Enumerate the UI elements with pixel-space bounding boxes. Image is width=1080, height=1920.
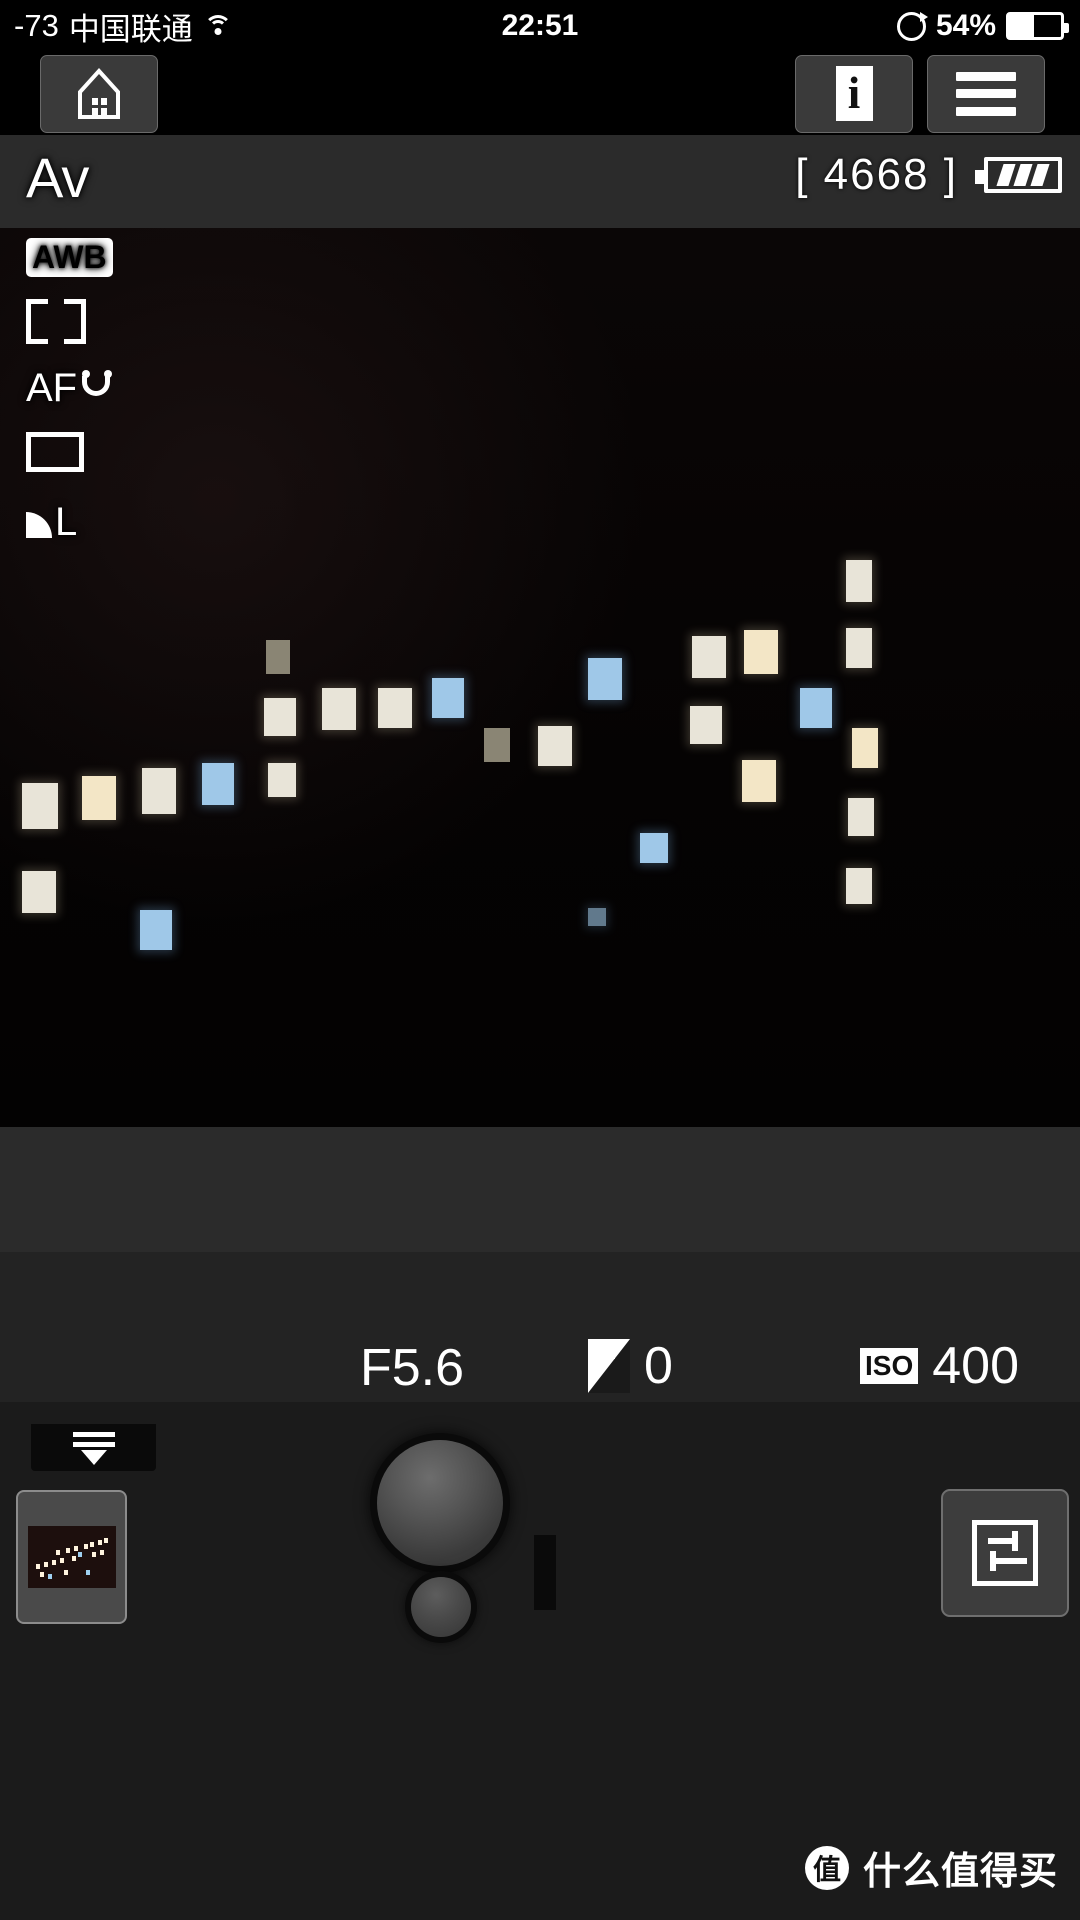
- shooting-mode-indicator[interactable]: Av: [26, 150, 226, 206]
- image-size-label: L: [55, 500, 78, 545]
- watermark: 值 什么值得买: [804, 1840, 1058, 1895]
- half-press-button[interactable]: [411, 1577, 471, 1637]
- white-balance-indicator[interactable]: AWB: [26, 238, 113, 278]
- camera-battery-icon: [975, 157, 1062, 193]
- image-quality-indicator[interactable]: L: [26, 500, 226, 545]
- fine-quality-icon: [26, 512, 52, 539]
- partial-metering-icon[interactable]: [26, 299, 86, 345]
- shutter-stem: [534, 1535, 556, 1610]
- single-shot-icon[interactable]: [26, 432, 84, 473]
- viewfinder-left-overlay: Av AWB AF L: [26, 150, 226, 545]
- af-label: AF: [26, 366, 78, 411]
- shots-remaining-label: [ 4668 ]: [795, 150, 958, 199]
- settings-button[interactable]: [941, 1489, 1069, 1617]
- face-tracking-icon: [80, 370, 114, 400]
- shutter-button[interactable]: [377, 1440, 503, 1566]
- camera-remote-app-screen: -73 中国联通 22:51 54% i Av AWB AF L [4668 …: [0, 0, 1080, 1920]
- viewfinder-right-overlay: [ 4668 ]: [795, 150, 1062, 200]
- watermark-logo-icon: 值: [804, 1845, 849, 1890]
- af-mode-indicator[interactable]: AF: [26, 368, 226, 408]
- watermark-text: 什么值得买: [862, 1851, 1058, 1893]
- settings-sliders-icon: [972, 1520, 1038, 1586]
